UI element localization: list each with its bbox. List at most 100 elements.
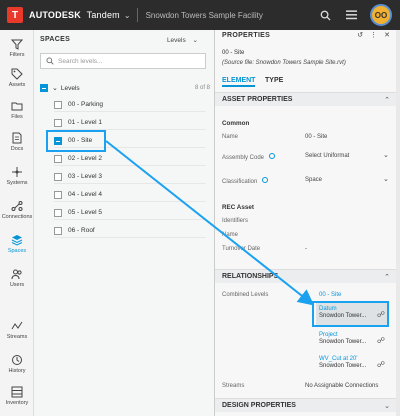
- spaces-panel: SPACES Levels ⌄ Search levels... ⌄ Level…: [34, 30, 214, 416]
- prop-rec-name-label: Name: [222, 232, 239, 238]
- rail-systems[interactable]: Systems: [0, 166, 34, 186]
- rail-history[interactable]: History: [0, 354, 34, 374]
- rail-label: Inventory: [5, 400, 29, 406]
- prop-name-value[interactable]: 00 - Site: [305, 134, 327, 140]
- info-icon[interactable]: [269, 153, 276, 159]
- chevron-down-icon: ⌄: [384, 402, 390, 410]
- rail-assets[interactable]: Assets: [0, 68, 34, 88]
- element-name: 00 - Site: [222, 50, 245, 56]
- level-checkbox[interactable]: [54, 226, 62, 235]
- level-checkbox[interactable]: [54, 154, 62, 163]
- level-label: 03 - Level 3: [68, 173, 102, 180]
- header-divider: [136, 8, 138, 22]
- search-icon[interactable]: [318, 8, 332, 22]
- level-row[interactable]: 05 - Level 5: [54, 206, 206, 220]
- levels-dropdown-label: Levels: [166, 37, 186, 44]
- rail-docs[interactable]: Docs: [0, 132, 34, 152]
- relationship-wv-cut[interactable]: WV_Cut at 20' Snowdon Tower... ☍: [316, 353, 389, 377]
- rail-connections[interactable]: Connections: [0, 200, 34, 220]
- rail-users[interactable]: Users: [0, 268, 34, 288]
- unlink-icon[interactable]: ☍: [377, 336, 385, 345]
- history-icon[interactable]: ↺: [357, 31, 363, 39]
- rail-filters[interactable]: Filters: [0, 38, 34, 58]
- level-label: 04 - Level 4: [68, 191, 102, 198]
- tag-icon: [11, 68, 23, 80]
- rail-label: Docs: [10, 146, 24, 152]
- levels-dropdown[interactable]: Levels ⌄: [167, 36, 198, 44]
- users-icon: [11, 269, 22, 280]
- level-label: 01 - Level 1: [68, 119, 102, 126]
- facility-name[interactable]: Snowdon Towers Sample Facility: [146, 11, 263, 20]
- levels-group-header[interactable]: ⌄ Levels 8 of 8: [40, 82, 210, 94]
- rail-label: Filters: [9, 52, 25, 58]
- scrollbar[interactable]: [396, 30, 400, 416]
- chevron-down-icon[interactable]: ⌄: [52, 84, 58, 92]
- section-title: ASSET PROPERTIES: [222, 96, 293, 103]
- brand-title[interactable]: AUTODESK Tandem: [29, 10, 120, 20]
- level-row[interactable]: 00 - Parking: [54, 98, 206, 112]
- chevron-up-icon: ⌃: [384, 273, 390, 281]
- avatar[interactable]: OO: [370, 4, 392, 26]
- relationships-section[interactable]: RELATIONSHIPS ⌃: [215, 269, 397, 283]
- level-checkbox[interactable]: [54, 190, 62, 199]
- rail-streams[interactable]: Streams: [0, 320, 34, 340]
- combined-levels-label: Combined Levels: [222, 292, 269, 298]
- label-text: Assembly Code: [222, 155, 265, 161]
- rail-inventory[interactable]: Inventory: [0, 386, 34, 406]
- rail-files[interactable]: Files: [0, 100, 34, 120]
- level-row[interactable]: 06 - Roof: [54, 224, 206, 238]
- level-checkbox[interactable]: [54, 100, 62, 109]
- chevron-down-icon: ⌄: [192, 37, 198, 44]
- prop-turnover-label: Turnover Date: [222, 246, 261, 252]
- rail-label: Assets: [8, 82, 26, 88]
- classification-select[interactable]: Space: [305, 175, 389, 183]
- tab-element[interactable]: ELEMENT: [222, 77, 256, 87]
- design-properties-section[interactable]: DESIGN PROPERTIES ⌄: [215, 398, 397, 412]
- rail-spaces[interactable]: Spaces: [0, 234, 34, 254]
- prop-turnover-value[interactable]: -: [305, 246, 307, 252]
- unlink-icon[interactable]: ☍: [377, 360, 385, 369]
- spaces-icon: [11, 235, 23, 246]
- level-checkbox[interactable]: [54, 172, 62, 181]
- info-icon[interactable]: [262, 177, 269, 183]
- annotation-highlight-datum: [312, 301, 389, 327]
- level-row[interactable]: 04 - Level 4: [54, 188, 206, 202]
- prop-assembly-label: Assembly Code: [222, 153, 276, 161]
- more-icon[interactable]: ⋮: [370, 31, 377, 39]
- label-text: Classification: [222, 179, 258, 185]
- rail-label: Files: [11, 114, 23, 120]
- rail-label: Users: [9, 282, 25, 288]
- annotation-highlight-site-level: [46, 130, 106, 152]
- close-icon[interactable]: ✕: [384, 31, 390, 39]
- relationship-project[interactable]: Project Snowdon Tower... ☍: [316, 329, 389, 353]
- group-rec-asset: REC Asset: [222, 204, 254, 211]
- search-input[interactable]: Search levels...: [40, 53, 206, 69]
- properties-panel: PROPERTIES ↺ ⋮ ✕ 00 - Site (Source file:…: [214, 30, 397, 416]
- asset-properties-section[interactable]: ASSET PROPERTIES ⌃: [215, 92, 397, 106]
- product-name: Tandem: [86, 10, 120, 20]
- tab-type[interactable]: TYPE: [265, 77, 283, 84]
- menu-icon[interactable]: [344, 8, 358, 22]
- section-title: DESIGN PROPERTIES: [222, 402, 296, 409]
- panel-title: SPACES: [40, 36, 71, 43]
- streams-value: No Assignable Connections: [305, 383, 379, 389]
- chevron-down-icon[interactable]: ⌄: [124, 11, 131, 20]
- chevron-up-icon: ⌃: [384, 96, 390, 104]
- tandem-logo: T: [7, 7, 23, 23]
- level-row[interactable]: 03 - Level 3: [54, 170, 206, 184]
- level-row[interactable]: 02 - Level 2: [54, 152, 206, 166]
- levels-group-checkbox[interactable]: [40, 84, 48, 92]
- combined-levels-link[interactable]: 00 - Site: [319, 292, 341, 298]
- prop-name-label: Name: [222, 134, 239, 140]
- assembly-code-select[interactable]: Select Uniformat: [305, 151, 390, 159]
- search-placeholder: Search levels...: [58, 57, 103, 65]
- level-checkbox[interactable]: [54, 118, 62, 127]
- level-row[interactable]: 01 - Level 1: [54, 116, 206, 130]
- levels-header-label: Levels: [60, 84, 80, 92]
- streams-label: Streams: [222, 383, 245, 389]
- prop-classification-label: Classification: [222, 177, 269, 185]
- level-label: 00 - Parking: [68, 101, 104, 108]
- app-header: T AUTODESK Tandem ⌄ Snowdon Towers Sampl…: [0, 0, 400, 30]
- level-checkbox[interactable]: [54, 208, 62, 217]
- rail-label: Spaces: [7, 248, 27, 254]
